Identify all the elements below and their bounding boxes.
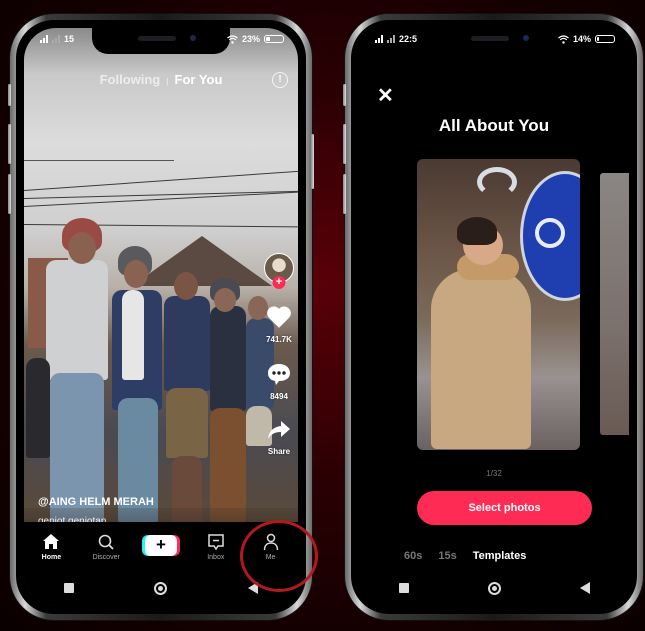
bicycle-sign — [520, 171, 580, 301]
nav-separator: | — [166, 77, 169, 86]
mute-switch — [343, 84, 346, 106]
highlight-ring-me-tab — [240, 520, 318, 592]
tab-home[interactable]: Home — [27, 532, 75, 561]
power-line — [24, 160, 174, 161]
signal-icon — [52, 35, 60, 43]
tab-60s[interactable]: 60s — [404, 550, 422, 562]
volume-up-button — [343, 124, 346, 164]
tab-inbox[interactable]: Inbox — [192, 532, 240, 561]
signal-icon — [387, 35, 395, 43]
face — [214, 288, 236, 312]
recent-apps-button[interactable] — [398, 583, 409, 593]
tab-discover[interactable]: Discover — [82, 532, 130, 561]
mute-switch — [8, 84, 11, 106]
power-line — [24, 190, 298, 199]
wifi-icon — [558, 34, 569, 44]
like-count: 741.7K — [266, 335, 292, 344]
close-button[interactable]: ✕ — [377, 86, 394, 106]
search-icon — [98, 534, 114, 550]
tiktok-feed-screen: 15 23% Following | For You ! + 741.7K 84… — [24, 28, 298, 606]
battery-percent: 14% — [572, 34, 591, 44]
template-title: All About You — [438, 116, 550, 135]
home-icon — [43, 534, 60, 549]
shirt — [122, 290, 144, 380]
select-photos-button[interactable]: Select photos — [417, 491, 592, 525]
status-time: 15 — [64, 34, 75, 44]
share-arrow-icon — [268, 421, 290, 439]
shorts — [166, 388, 208, 458]
battery-icon — [264, 35, 284, 43]
like-button[interactable]: 741.7K — [262, 305, 296, 344]
status-bar: 22:5 14% — [359, 28, 629, 50]
share-label: Share — [267, 447, 291, 456]
template-preview[interactable] — [417, 159, 580, 450]
heart-icon — [267, 306, 291, 328]
face — [68, 232, 96, 264]
phone-right: 22:5 14% ✕ All About You 1/32 Select pho… — [343, 14, 643, 620]
volume-down-button — [8, 174, 11, 214]
page-indicator: 1/32 — [486, 469, 502, 478]
phone-bezel: 22:5 14% ✕ All About You 1/32 Select pho… — [351, 20, 637, 614]
tab-templates[interactable]: Templates — [473, 550, 527, 562]
tab-15s[interactable]: 15s — [438, 550, 456, 562]
share-button[interactable]: Share — [262, 419, 296, 456]
volume-up-button — [8, 124, 11, 164]
face — [124, 260, 148, 288]
duration-tabs: 60s 15s Templates — [404, 550, 526, 562]
person-tank — [210, 306, 246, 411]
battery-percent: 23% — [241, 34, 260, 44]
tab-label: Home — [41, 553, 62, 561]
status-time: 22:5 — [399, 34, 418, 44]
tab-for-you[interactable]: For You — [175, 72, 223, 87]
home-button[interactable] — [154, 581, 168, 595]
feed-nav: Following | For You — [24, 72, 298, 87]
person-hair — [457, 217, 497, 245]
system-nav-bar — [359, 570, 629, 606]
recent-apps-button[interactable] — [64, 583, 75, 593]
bicycle-wheel — [535, 218, 565, 248]
next-template-preview[interactable] — [600, 173, 629, 435]
wifi-icon — [227, 34, 238, 44]
status-bar: 15 23% — [24, 28, 298, 50]
tab-label: Discover — [92, 553, 120, 561]
home-button[interactable] — [487, 581, 501, 595]
power-line — [24, 170, 298, 191]
street-sign — [477, 167, 517, 197]
battery-icon — [595, 35, 615, 43]
info-button[interactable]: ! — [272, 72, 288, 88]
creator-username[interactable]: @AING HELM MERAH — [38, 496, 181, 508]
action-rail: + 741.7K 8494 Share — [262, 253, 296, 456]
create-plus-icon: + — [144, 534, 177, 556]
template-screen: 22:5 14% ✕ All About You 1/32 Select pho… — [359, 28, 629, 606]
comment-icon — [268, 364, 290, 385]
comment-count: 8494 — [270, 392, 288, 401]
tab-following[interactable]: Following — [100, 72, 161, 87]
signal-icon — [40, 35, 48, 43]
inbox-icon — [208, 533, 224, 550]
power-button — [311, 134, 314, 189]
person-hoodie — [46, 260, 108, 380]
face — [174, 272, 198, 300]
signal-icon — [375, 35, 383, 43]
person-coat — [431, 269, 531, 449]
car — [26, 358, 50, 458]
person-tshirt — [164, 296, 210, 391]
back-button[interactable] — [579, 582, 590, 594]
follow-button[interactable]: + — [272, 276, 286, 289]
creator-avatar[interactable]: + — [264, 253, 294, 289]
house-roof — [132, 236, 272, 286]
tab-create[interactable]: + — [137, 534, 185, 557]
brown-pants — [210, 408, 246, 523]
comment-button[interactable]: 8494 — [262, 362, 296, 401]
volume-down-button — [343, 174, 346, 214]
tab-label: Inbox — [207, 553, 225, 561]
